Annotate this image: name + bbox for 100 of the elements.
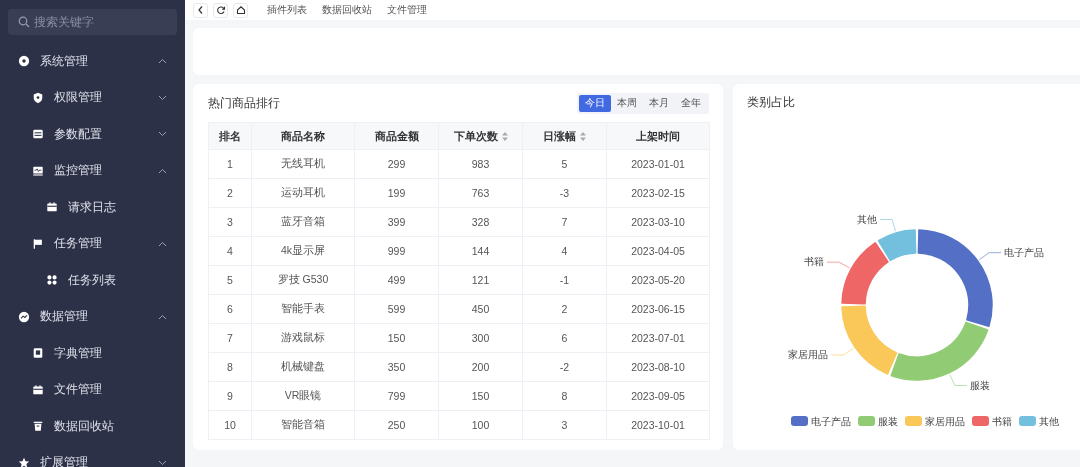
- table-cell: 游戏鼠标: [251, 323, 355, 353]
- table-cell: 4k显示屏: [251, 236, 355, 266]
- period-tab[interactable]: 本月: [643, 94, 675, 112]
- table-cell: 8: [208, 352, 252, 382]
- column-header: 商品名称: [251, 122, 355, 150]
- table-cell: 499: [354, 265, 439, 295]
- menu-item[interactable]: 文件管理: [0, 371, 185, 408]
- table-cell: 399: [354, 207, 439, 237]
- column-header[interactable]: 下单次数: [438, 122, 523, 150]
- table-cell: 2023-04-05: [606, 236, 710, 266]
- page-tab[interactable]: 数据回收站: [317, 3, 377, 17]
- column-header[interactable]: 日涨幅: [522, 122, 607, 150]
- period-tab[interactable]: 全年: [675, 94, 707, 112]
- table-cell: 4: [208, 236, 252, 266]
- table-cell: 299: [354, 149, 439, 179]
- table-cell: 9: [208, 381, 252, 411]
- table-cell: 罗技 G530: [251, 265, 355, 295]
- star-icon: [18, 456, 30, 467]
- leader-line: [978, 252, 1002, 261]
- menu-item[interactable]: 数据回收站: [0, 408, 185, 445]
- legend-swatch[interactable]: [1019, 416, 1036, 426]
- table-cell: -1: [522, 265, 607, 295]
- period-tab[interactable]: 今日: [579, 94, 611, 112]
- table-cell: 763: [438, 178, 523, 208]
- table-cell: 3: [208, 207, 252, 237]
- legend-swatch[interactable]: [858, 416, 875, 426]
- table-cell: 5: [522, 149, 607, 179]
- table-cell: 2023-01-01: [606, 149, 710, 179]
- column-header: 排名: [208, 122, 252, 150]
- table-cell: 2: [208, 178, 252, 208]
- page-tab[interactable]: 文件管理: [382, 3, 432, 17]
- slice-label: 家居用品: [788, 349, 829, 361]
- shield-icon: [32, 91, 44, 104]
- trash-icon: [32, 420, 44, 433]
- legend-swatch[interactable]: [905, 416, 922, 426]
- table-cell: 2023-05-20: [606, 265, 710, 295]
- column-header: 上架时间: [606, 122, 710, 150]
- legend-label[interactable]: 书籍: [992, 416, 1012, 427]
- table-cell: 6: [522, 323, 607, 353]
- table-cell: 200: [438, 352, 523, 382]
- menu-item[interactable]: 字典管理: [0, 335, 185, 372]
- home-button[interactable]: [233, 2, 248, 18]
- sort-icon[interactable]: [501, 131, 508, 141]
- table-cell: 蓝牙音箱: [251, 207, 355, 237]
- legend-label[interactable]: 服装: [878, 416, 898, 427]
- period-tab[interactable]: 本周: [611, 94, 643, 112]
- table-cell: 智能手表: [251, 294, 355, 324]
- home-icon: [235, 5, 246, 15]
- table-cell: 300: [438, 323, 523, 353]
- table-cell: 199: [354, 178, 439, 208]
- menu-item[interactable]: 任务管理: [0, 225, 185, 262]
- menu-item[interactable]: 监控管理: [0, 152, 185, 189]
- calendar-icon: [32, 383, 44, 396]
- table-cell: 121: [438, 265, 523, 295]
- menu-item[interactable]: 权限管理: [0, 79, 185, 116]
- table-cell: 2023-07-01: [606, 323, 710, 353]
- table-cell: 999: [354, 236, 439, 266]
- calendar-icon: [46, 201, 58, 214]
- table-cell: 7: [522, 207, 607, 237]
- grid-icon: [46, 274, 58, 287]
- table-cell: -3: [522, 178, 607, 208]
- chart-icon: [18, 310, 30, 323]
- table-cell: 机械键盘: [251, 352, 355, 382]
- refresh-button[interactable]: [213, 2, 228, 18]
- slice-label: 服装: [969, 379, 990, 391]
- table-cell: 智能音箱: [251, 410, 355, 440]
- table-cell: 2: [522, 294, 607, 324]
- menu-item[interactable]: 任务列表: [0, 262, 185, 299]
- menu-item[interactable]: 数据管理: [0, 298, 185, 335]
- legend-swatch[interactable]: [791, 416, 808, 426]
- legend-label[interactable]: 其他: [1039, 416, 1059, 427]
- menu-item[interactable]: 请求日志: [0, 189, 185, 226]
- sort-icon[interactable]: [580, 131, 586, 141]
- table-cell: 8: [522, 381, 607, 411]
- menu-item[interactable]: 参数配置: [0, 116, 185, 153]
- refresh-icon: [215, 5, 226, 15]
- menu-item[interactable]: 系统管理: [0, 43, 185, 80]
- back-button[interactable]: [193, 2, 208, 18]
- table-cell: 983: [438, 149, 523, 179]
- table-cell: 799: [354, 381, 439, 411]
- legend-label[interactable]: 家居用品: [925, 416, 965, 427]
- table-cell: 4: [522, 236, 607, 266]
- table-cell: 150: [438, 381, 523, 411]
- table-cell: -2: [522, 352, 607, 382]
- legend-label[interactable]: 电子产品: [811, 416, 851, 427]
- table-cell: 1: [208, 149, 252, 179]
- table-cell: 350: [354, 352, 439, 382]
- table-cell: 100: [438, 410, 523, 440]
- flag-icon: [32, 237, 44, 250]
- gear-icon: [18, 55, 30, 68]
- page-tab[interactable]: 插件列表: [262, 3, 312, 17]
- leader-line: [830, 347, 854, 356]
- search-field[interactable]: 搜索关键字: [8, 9, 177, 35]
- search-icon: [18, 16, 30, 28]
- legend-swatch[interactable]: [972, 416, 989, 426]
- monitor-icon: [32, 164, 44, 177]
- slice-label: 电子产品: [1004, 246, 1044, 258]
- table-cell: 2023-08-10: [606, 352, 710, 382]
- slice-label: 其他: [857, 213, 878, 225]
- leader-line: [949, 374, 968, 387]
